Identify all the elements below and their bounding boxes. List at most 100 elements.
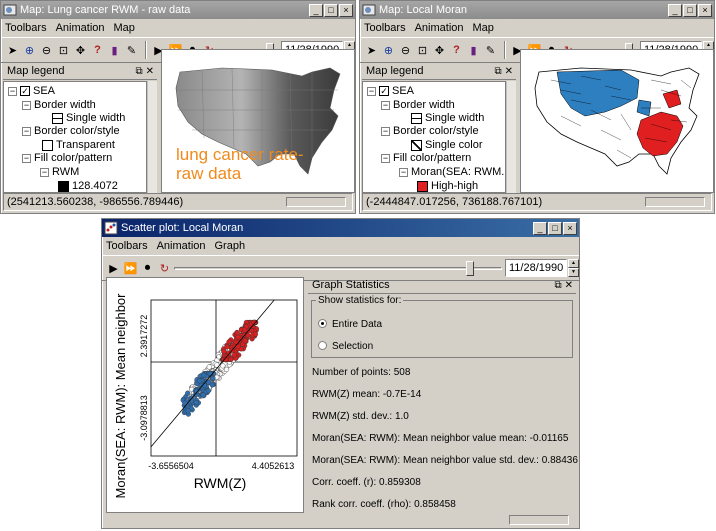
scatter-point-other[interactable] xyxy=(223,366,230,373)
tree-node-sea[interactable]: − ✓ SEA xyxy=(8,85,55,97)
minimize-button[interactable]: _ xyxy=(533,221,547,235)
scatter-point-high-high[interactable] xyxy=(221,348,227,355)
scatter-point-high-high[interactable] xyxy=(231,352,238,358)
scatter-point-low-low[interactable] xyxy=(210,375,216,381)
play-icon[interactable]: ▶ xyxy=(106,261,121,276)
tree-leaf[interactable]: 128.4072 xyxy=(58,180,118,192)
scatter-point-low-low[interactable] xyxy=(201,372,207,378)
collapse-icon[interactable]: − xyxy=(399,167,408,177)
collapse-icon[interactable]: − xyxy=(8,86,17,96)
date-field[interactable]: 11/28/1990 xyxy=(505,259,567,277)
help-icon[interactable]: ? xyxy=(449,43,464,58)
collapse-icon[interactable]: − xyxy=(22,153,31,163)
collapse-icon[interactable]: − xyxy=(381,153,390,163)
menu-toolbars[interactable]: Toolbars xyxy=(364,22,406,34)
tree-leaf[interactable]: Single color xyxy=(411,139,482,151)
collapse-icon[interactable]: − xyxy=(22,100,31,110)
menu-animation[interactable]: Animation xyxy=(157,240,206,252)
tree-node[interactable]: − Border color/style xyxy=(22,125,120,137)
tree-node-sea[interactable]: − ✓ SEA xyxy=(367,85,414,97)
left-window-titlebar[interactable]: Map: Lung cancer RWM - raw data _ □ × xyxy=(1,1,355,19)
radio-entire-data[interactable]: Entire Data xyxy=(318,319,382,330)
book-icon[interactable]: ▮ xyxy=(466,43,481,58)
zoom-in-icon[interactable]: ⊕ xyxy=(381,43,396,58)
scatter-window-titlebar[interactable]: Scatter plot: Local Moran _ □ × xyxy=(102,219,579,237)
menu-graph[interactable]: Graph xyxy=(215,240,246,252)
tool-icon[interactable]: ✎ xyxy=(483,43,498,58)
step-icon[interactable]: ⏩ xyxy=(123,261,138,276)
scatter-point-low-low[interactable] xyxy=(196,378,203,384)
tree-leaf[interactable]: Transparent xyxy=(42,139,115,151)
minimize-button[interactable]: _ xyxy=(668,3,682,17)
tree-leaf[interactable]: High-high xyxy=(417,180,478,192)
tree-node[interactable]: − Moran(SEA: RWM... xyxy=(399,166,505,178)
zoom-extent-icon[interactable]: ⊡ xyxy=(56,43,71,58)
zoom-extent-icon[interactable]: ⊡ xyxy=(415,43,430,58)
undock-icon[interactable]: ⧉ xyxy=(494,66,501,77)
tree-node[interactable]: − Border color/style xyxy=(381,125,479,137)
pan-icon[interactable]: ✥ xyxy=(73,43,88,58)
refresh-icon[interactable]: ↻ xyxy=(157,261,172,276)
tool-icon[interactable]: ✎ xyxy=(124,43,139,58)
scatter-point-high-high[interactable] xyxy=(234,330,240,336)
menu-animation[interactable]: Animation xyxy=(56,22,105,34)
tree-node[interactable]: − RWM xyxy=(40,166,79,178)
close-button[interactable]: × xyxy=(563,221,577,235)
collapse-icon[interactable]: − xyxy=(367,86,376,96)
scatter-point-high-high[interactable] xyxy=(228,356,234,363)
help-icon[interactable]: ? xyxy=(90,43,105,58)
tree-node[interactable]: − Fill color/pattern xyxy=(22,152,112,164)
maximize-button[interactable]: □ xyxy=(548,221,562,235)
menu-map[interactable]: Map xyxy=(473,22,494,34)
maximize-button[interactable]: □ xyxy=(683,3,697,17)
menu-map[interactable]: Map xyxy=(114,22,135,34)
scatter-point-other[interactable] xyxy=(220,363,226,369)
time-slider[interactable] xyxy=(174,259,502,277)
book-icon[interactable]: ▮ xyxy=(107,43,122,58)
undock-icon[interactable]: ⧉ xyxy=(135,66,142,77)
scatter-point-other[interactable] xyxy=(206,364,212,370)
panel-close-icon[interactable]: ✕ xyxy=(565,280,573,291)
minimize-button[interactable]: _ xyxy=(309,3,323,17)
select-arrow-icon[interactable]: ➤ xyxy=(5,43,20,58)
tree-leaf[interactable]: Single width xyxy=(411,112,484,124)
layer-checkbox[interactable]: ✓ xyxy=(379,86,389,96)
collapse-icon[interactable]: − xyxy=(40,167,49,177)
select-arrow-icon[interactable]: ➤ xyxy=(364,43,379,58)
menu-toolbars[interactable]: Toolbars xyxy=(5,22,47,34)
scatter-point-high-high[interactable] xyxy=(242,327,248,333)
legend-scrollbar[interactable] xyxy=(506,81,516,193)
close-button[interactable]: × xyxy=(339,3,353,17)
menu-animation[interactable]: Animation xyxy=(415,22,464,34)
undock-icon[interactable]: ⧉ xyxy=(554,280,561,291)
panel-close-icon[interactable]: ✕ xyxy=(146,66,154,77)
menu-toolbars[interactable]: Toolbars xyxy=(106,240,148,252)
zoom-out-icon[interactable]: ⊖ xyxy=(39,43,54,58)
tree-node[interactable]: − Fill color/pattern xyxy=(381,152,471,164)
stop-icon[interactable]: ⏺ xyxy=(140,261,155,276)
zoom-out-icon[interactable]: ⊖ xyxy=(398,43,413,58)
tree-node[interactable]: − Border width xyxy=(22,99,96,111)
radio-button-checked[interactable] xyxy=(318,319,327,328)
legend-scrollbar[interactable] xyxy=(147,81,157,193)
right-window-titlebar[interactable]: Map: Local Moran _ □ × xyxy=(360,1,714,19)
radio-button[interactable] xyxy=(318,341,327,350)
zoom-in-icon[interactable]: ⊕ xyxy=(22,43,37,58)
tree-node[interactable]: − Border width xyxy=(381,99,455,111)
scatter-point-high-high[interactable] xyxy=(252,331,259,337)
scatter-point-low-low[interactable] xyxy=(205,388,212,394)
collapse-icon[interactable]: − xyxy=(381,100,390,110)
pan-icon[interactable]: ✥ xyxy=(432,43,447,58)
panel-close-icon[interactable]: ✕ xyxy=(505,66,513,77)
close-button[interactable]: × xyxy=(698,3,712,17)
tree-leaf[interactable]: Single width xyxy=(52,112,125,124)
map-canvas[interactable] xyxy=(520,49,714,193)
scatter-point-low-low[interactable] xyxy=(193,399,199,406)
scatter-point-low-low[interactable] xyxy=(185,408,191,414)
date-spinner[interactable]: ▲▼ xyxy=(568,259,579,277)
scatter-plot-area[interactable]: 2.3917272 -3.0978813 -3.6556504 4.405261… xyxy=(106,277,304,513)
scatter-point-low-low[interactable] xyxy=(200,392,206,398)
maximize-button[interactable]: □ xyxy=(324,3,338,17)
layer-checkbox[interactable]: ✓ xyxy=(20,86,30,96)
scatter-point-high-high[interactable] xyxy=(224,344,230,350)
